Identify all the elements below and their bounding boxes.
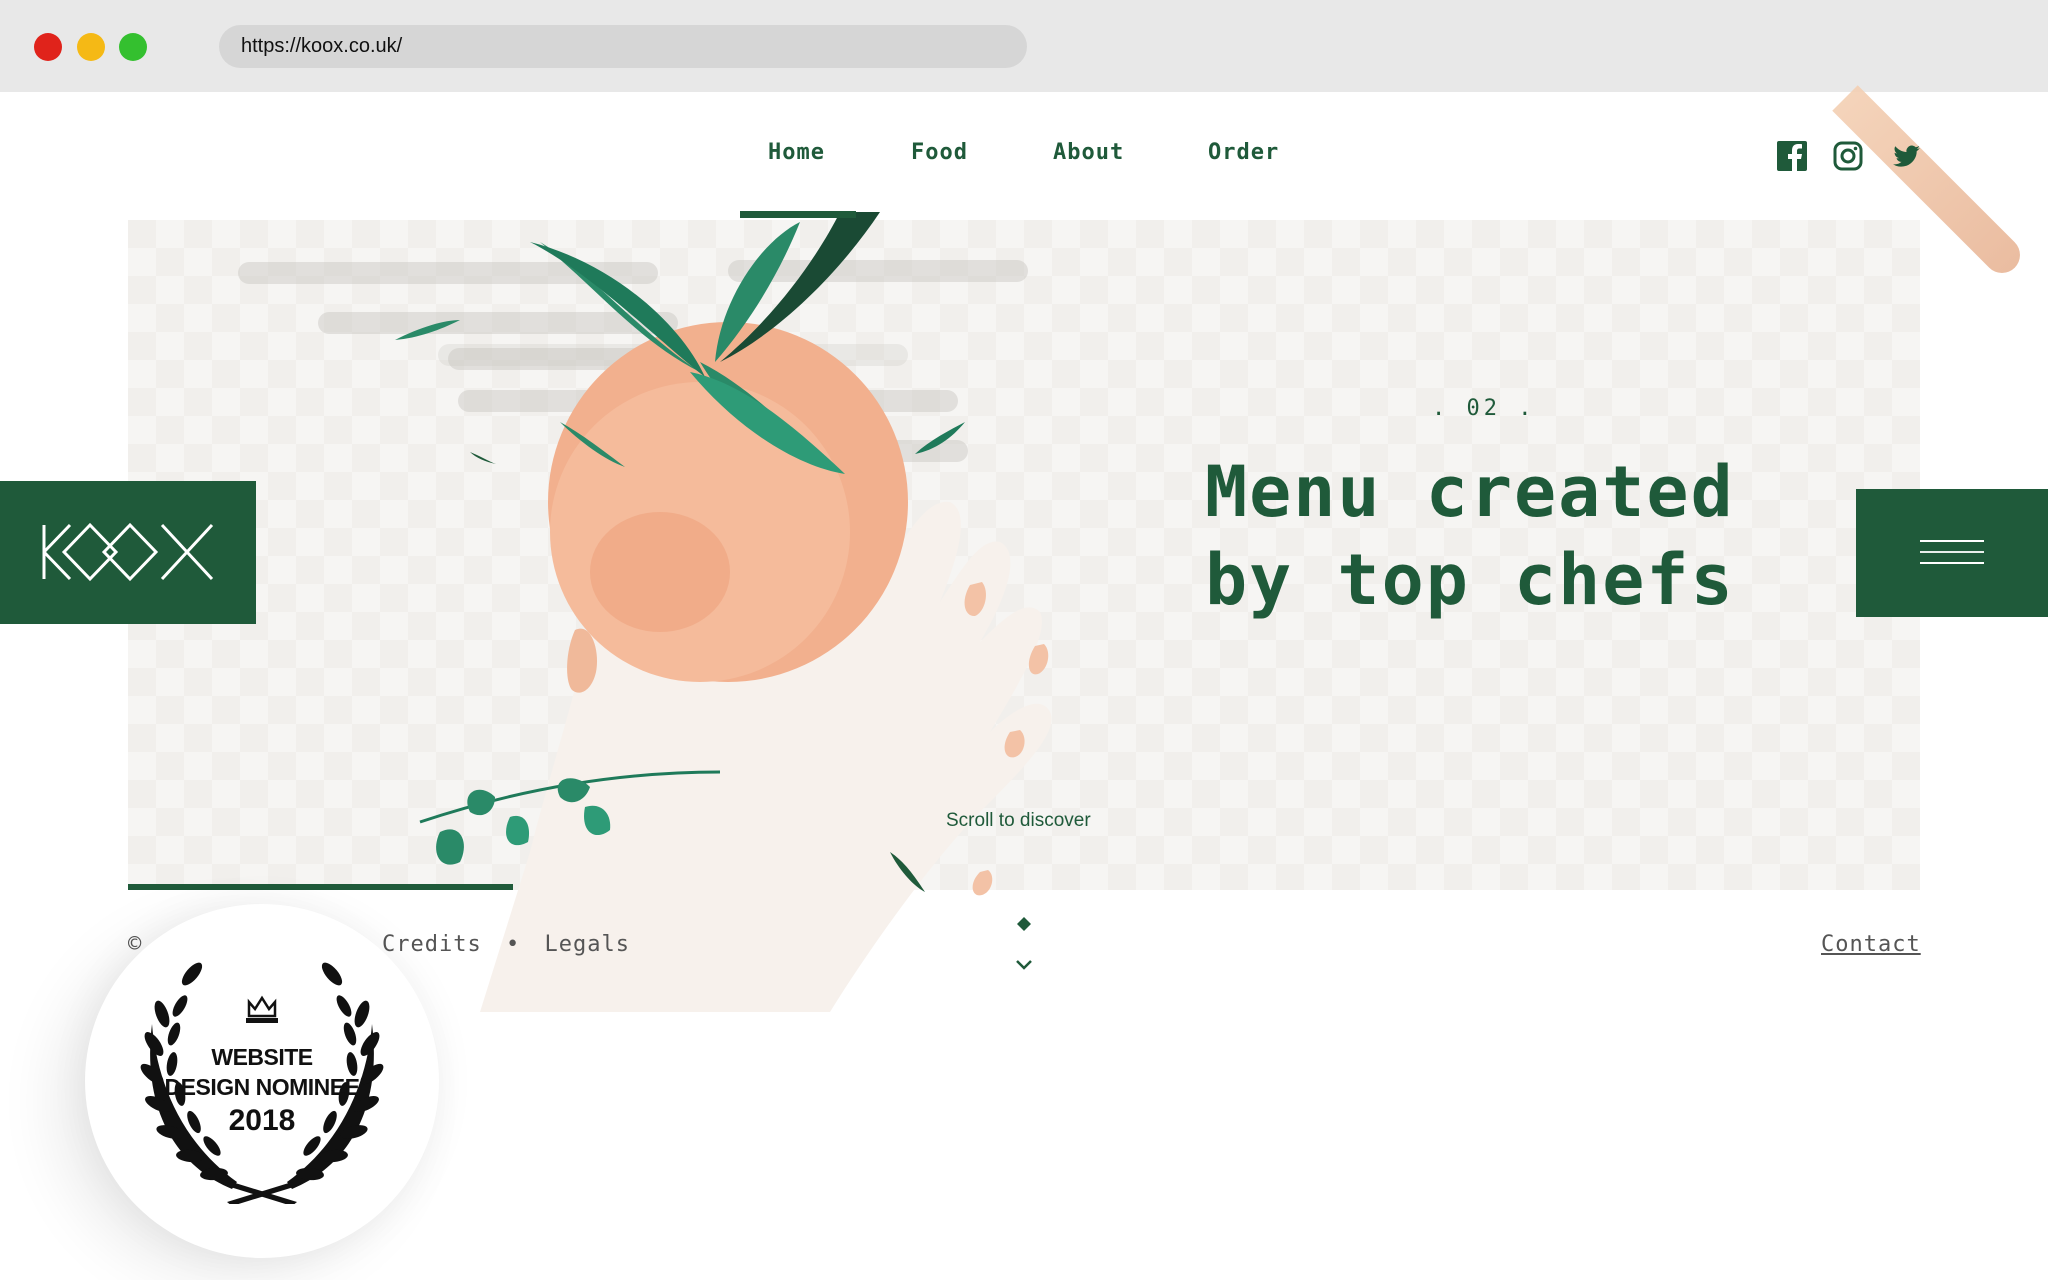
- zoom-window-button[interactable]: [119, 33, 147, 61]
- peach-hand-illustration: [395, 212, 1052, 1012]
- nav-home[interactable]: Home: [768, 140, 825, 165]
- award-badge[interactable]: WEBSITE DESIGN NOMINEE 2018: [85, 904, 439, 1258]
- scroll-down-icon[interactable]: [1015, 915, 1033, 975]
- legals-link[interactable]: Legals: [544, 932, 629, 957]
- instagram-icon[interactable]: [1832, 140, 1864, 172]
- logo-block[interactable]: [0, 481, 256, 624]
- address-bar[interactable]: https://koox.co.uk/: [219, 25, 1027, 68]
- minimize-window-button[interactable]: [77, 33, 105, 61]
- hamburger-menu-button[interactable]: [1856, 489, 2048, 617]
- footer-links: Credits • Legals: [382, 932, 630, 957]
- contact-link[interactable]: Contact: [1821, 932, 1921, 957]
- headline-line-2: by top chefs: [1205, 539, 1735, 621]
- award-year: 2018: [228, 1104, 296, 1137]
- facebook-icon[interactable]: [1776, 140, 1808, 172]
- browser-chrome: https://koox.co.uk/: [0, 0, 2048, 92]
- menu-line: [1920, 562, 1984, 564]
- koox-logo: [42, 522, 214, 582]
- slide-progress-bar: [128, 884, 513, 890]
- menu-line: [1920, 551, 1984, 553]
- slide-number: . 02 .: [1432, 396, 1536, 421]
- award-line-2: DESIGN NOMINEE: [164, 1074, 360, 1100]
- twitter-icon[interactable]: [1890, 140, 1922, 172]
- nav-active-indicator: [740, 211, 856, 218]
- credits-link[interactable]: Credits: [382, 932, 482, 957]
- award-line-1: WEBSITE: [211, 1044, 313, 1070]
- footer-separator: •: [505, 932, 521, 957]
- main-nav: Home Food About Order: [0, 140, 2048, 172]
- scroll-hint[interactable]: Scroll to discover: [946, 810, 1091, 832]
- nav-about[interactable]: About: [1053, 140, 1124, 165]
- nav-order[interactable]: Order: [1208, 140, 1279, 165]
- nav-food[interactable]: Food: [911, 140, 968, 165]
- menu-line: [1920, 540, 1984, 542]
- headline-line-1: Menu created: [1205, 451, 1735, 533]
- close-window-button[interactable]: [34, 33, 62, 61]
- hero-headline: Menu created by top chefs: [1205, 448, 1805, 624]
